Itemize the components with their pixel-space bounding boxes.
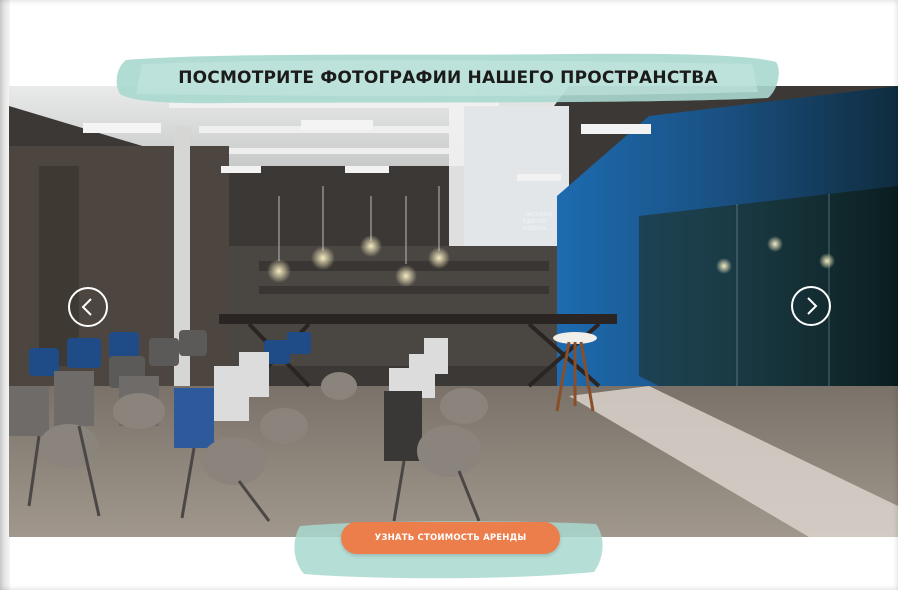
- section-title-banner: ПОСМОТРИТЕ ФОТОГРАФИИ НАШЕГО ПРОСТРАНСТВ…: [112, 50, 784, 106]
- gallery-photo: „ИСТИНА ГДЕ-ТО РЯДОМ...: [9, 86, 898, 537]
- gallery-prev-button[interactable]: [68, 287, 108, 327]
- page-title: ПОСМОТРИТЕ ФОТОГРАФИИ НАШЕГО ПРОСТРАНСТВ…: [178, 68, 718, 88]
- svg-text:„ИСТИНА: „ИСТИНА: [523, 212, 553, 218]
- chevron-right-icon: [807, 297, 818, 315]
- cta-banner: УЗНАТЬ СТОИМОСТЬ АРЕНДЫ: [290, 518, 608, 582]
- chevron-left-icon: [81, 298, 92, 316]
- svg-text:РЯДОМ...: РЯДОМ...: [523, 226, 553, 232]
- get-rental-price-button[interactable]: УЗНАТЬ СТОИМОСТЬ АРЕНДЫ: [341, 522, 560, 554]
- gallery-next-button[interactable]: [791, 286, 831, 326]
- svg-text:ГДЕ-ТО: ГДЕ-ТО: [523, 219, 546, 225]
